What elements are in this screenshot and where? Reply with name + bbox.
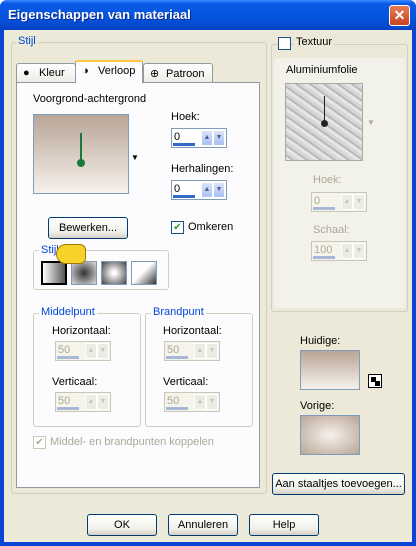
spin-up-icon[interactable]: ▲ — [341, 243, 353, 259]
texture-schaal-label: Schaal: — [313, 224, 350, 236]
ok-button[interactable]: OK — [87, 514, 157, 536]
dialog-window: Eigenschappen van materiaal ✕ Stijl ● Kle… — [0, 0, 416, 546]
help-button[interactable]: Help — [249, 514, 319, 536]
aan-staaltjes-toevoegen-button[interactable]: Aan staaltjes toevoegen... — [272, 473, 405, 495]
brandpunt-verticaal-label: Verticaal: — [163, 376, 209, 388]
style-sunburst-button[interactable] — [101, 261, 127, 285]
middelpunt-verticaal-label: Verticaal: — [52, 376, 98, 388]
gradient-angle-line — [80, 133, 82, 161]
previous-material-swatch[interactable] — [300, 415, 360, 455]
style-linear-button[interactable] — [41, 261, 67, 285]
spin-down-icon[interactable]: ▼ — [97, 343, 109, 359]
brandpunt-horizontaal-label: Horizontaal: — [163, 325, 222, 337]
style-radial-button[interactable] — [131, 261, 157, 285]
spin-down-icon[interactable]: ▼ — [97, 394, 109, 410]
hoek-spinner[interactable]: ▲▼ — [171, 128, 227, 148]
hoek-label: Hoek: — [171, 111, 200, 123]
spin-up-icon[interactable]: ▲ — [201, 182, 213, 198]
spin-down-icon[interactable]: ▼ — [353, 194, 365, 210]
herhalingen-spinner[interactable]: ▲▼ — [171, 180, 227, 200]
texture-hoek-spinner[interactable]: ▲▼ — [311, 192, 367, 212]
textuur-label[interactable]: Textuur — [294, 36, 335, 48]
texture-center-marker — [321, 120, 328, 127]
spin-down-icon[interactable]: ▼ — [353, 243, 365, 259]
dialog-client-area: Stijl ● Kleur ◑ Verloop ⊕ Patroon Voorgrond… — [4, 30, 412, 542]
texture-hoek-label: Hoek: — [313, 174, 342, 186]
spin-down-icon[interactable]: ▼ — [206, 394, 218, 410]
texture-name: Aluminiumfolie — [286, 64, 358, 76]
tab-kleur[interactable]: ● Kleur — [16, 63, 76, 83]
annuleren-button[interactable]: Annuleren — [168, 514, 238, 536]
close-button[interactable]: ✕ — [389, 5, 410, 26]
texture-angle-line — [324, 96, 325, 122]
brandpunt-verticaal-spinner[interactable]: ▲▼ — [164, 392, 220, 412]
style-rectangular-button[interactable] — [71, 261, 97, 285]
stijl-group-label: Stijl — [16, 35, 38, 47]
bewerken-button[interactable]: Bewerken... — [48, 217, 128, 239]
textuur-checkbox[interactable]: ✔ — [278, 37, 291, 50]
gradient-name: Voorgrond-achtergrond — [33, 93, 147, 105]
texture-preview[interactable] — [285, 83, 363, 161]
brandpunt-horizontaal-spinner[interactable]: ▲▼ — [164, 341, 220, 361]
omkeren-checkbox[interactable]: ✔ — [171, 221, 184, 234]
window-title: Eigenschappen van materiaal — [8, 7, 191, 22]
pointing-hand-icon — [56, 244, 86, 264]
pattern-icon: ⊕ — [150, 68, 160, 80]
spin-down-icon[interactable]: ▼ — [213, 182, 225, 198]
herhalingen-label: Herhalingen: — [171, 163, 234, 175]
gradient-preview[interactable] — [33, 114, 129, 194]
spin-down-icon[interactable]: ▼ — [213, 130, 225, 146]
huidige-label: Huidige: — [300, 335, 341, 347]
chevron-down-icon[interactable]: ▼ — [367, 118, 375, 127]
spin-down-icon[interactable]: ▼ — [206, 343, 218, 359]
gradient-center-marker — [77, 159, 85, 167]
spin-up-icon[interactable]: ▲ — [85, 343, 97, 359]
texture-schaal-spinner[interactable]: ▲▼ — [311, 241, 367, 261]
omkeren-label[interactable]: Omkeren — [188, 221, 233, 233]
brandpunt-label: Brandpunt — [151, 306, 206, 318]
middelpunt-horizontaal-spinner[interactable]: ▲▼ — [55, 341, 111, 361]
swap-icon[interactable] — [368, 374, 382, 388]
spin-up-icon[interactable]: ▲ — [194, 394, 206, 410]
tab-verloop[interactable]: ◑ Verloop — [75, 60, 143, 83]
spin-up-icon[interactable]: ▲ — [201, 130, 213, 146]
spin-up-icon[interactable]: ▲ — [341, 194, 353, 210]
middelpunt-verticaal-spinner[interactable]: ▲▼ — [55, 392, 111, 412]
koppelen-label[interactable]: Middel- en brandpunten koppelen — [50, 436, 214, 448]
spin-up-icon[interactable]: ▲ — [194, 343, 206, 359]
middelpunt-label: Middelpunt — [39, 306, 97, 318]
half-circle-icon: ◑ — [82, 65, 89, 77]
chevron-down-icon[interactable]: ▼ — [131, 153, 139, 162]
title-bar[interactable]: Eigenschappen van materiaal ✕ — [0, 0, 416, 30]
middelpunt-horizontaal-label: Horizontaal: — [52, 325, 111, 337]
koppelen-checkbox[interactable]: ✔ — [33, 436, 46, 449]
filled-circle-icon: ● — [23, 67, 30, 79]
current-material-swatch — [300, 350, 360, 390]
spin-up-icon[interactable]: ▲ — [85, 394, 97, 410]
tab-patroon[interactable]: ⊕ Patroon — [143, 63, 213, 83]
vorige-label: Vorige: — [300, 400, 335, 412]
